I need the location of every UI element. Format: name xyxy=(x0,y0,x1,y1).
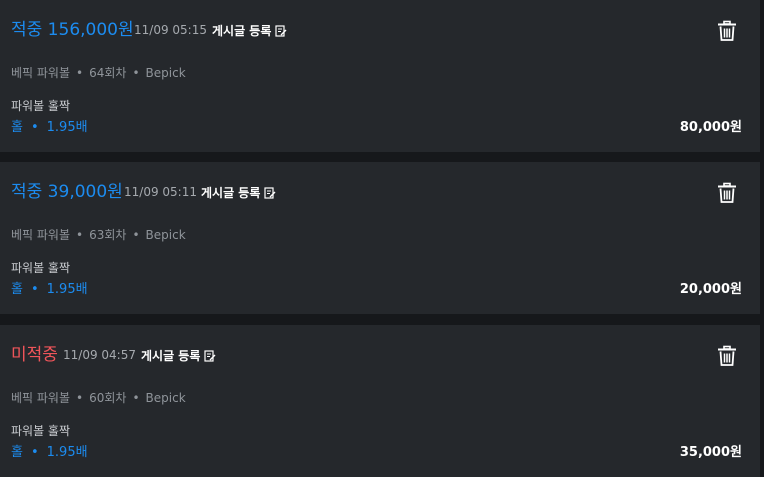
pick-value: 홀 xyxy=(11,282,23,297)
bet-type: 파워볼 홀짝 xyxy=(11,99,71,113)
round: 63회차 xyxy=(89,228,127,242)
post-button[interactable]: 게시글 등록 xyxy=(141,347,216,364)
odds: 1.95배 xyxy=(46,282,88,297)
round: 60회차 xyxy=(89,391,127,405)
game-name: 베픽 파워볼 xyxy=(11,66,71,80)
pick-value: 홀 xyxy=(11,120,23,135)
game-name: 베픽 파워볼 xyxy=(11,228,71,242)
separator-dot: • xyxy=(132,66,140,80)
trash-icon[interactable] xyxy=(716,345,738,367)
bet-card: 미적중 11/09 04:57 게시글 등록 베픽 파워볼 • 60회차 • Bepic… xyxy=(0,325,760,477)
post-button-label: 게시글 등록 xyxy=(212,24,272,38)
trash-icon[interactable] xyxy=(716,20,738,42)
game-name: 베픽 파워볼 xyxy=(11,391,71,405)
separator-dot: • xyxy=(30,282,39,297)
separator-dot: • xyxy=(76,66,84,80)
separator-dot: • xyxy=(76,228,84,242)
post-button[interactable]: 게시글 등록 xyxy=(201,184,276,201)
odds: 1.95배 xyxy=(46,445,88,460)
pick-value: 홀 xyxy=(11,445,23,460)
bet-amount: 80,000원 xyxy=(679,120,742,135)
trash-icon[interactable] xyxy=(716,182,738,204)
edit-note-icon xyxy=(275,24,287,37)
separator-dot: • xyxy=(132,228,140,242)
bet-amount: 35,000원 xyxy=(679,445,742,460)
separator-dot: • xyxy=(30,120,39,135)
separator-dot: • xyxy=(30,445,39,460)
bet-amount: 20,000원 xyxy=(679,282,742,297)
bet-type: 파워볼 홀짝 xyxy=(11,261,71,275)
site-name: Bepick xyxy=(145,228,186,242)
bet-pick: 홀 • 1.95배 xyxy=(11,278,88,297)
round: 64회차 xyxy=(89,66,127,80)
result-label: 적중 156,000원 xyxy=(11,20,134,40)
bet-card: 적중 39,000원 11/09 05:11 게시글 등록 베픽 파워볼 • 63회… xyxy=(0,162,760,314)
post-button[interactable]: 게시글 등록 xyxy=(212,22,287,39)
post-button-label: 게시글 등록 xyxy=(201,186,261,200)
bet-time: 11/09 05:15 xyxy=(134,23,207,37)
game-meta: 베픽 파워볼 • 64회차 • Bepick xyxy=(11,64,186,81)
bet-time: 11/09 05:11 xyxy=(124,185,197,199)
result-label: 적중 39,000원 xyxy=(11,182,123,202)
separator-dot: • xyxy=(76,391,84,405)
odds: 1.95배 xyxy=(46,120,88,135)
site-name: Bepick xyxy=(145,391,186,405)
result-label: 미적중 xyxy=(11,345,58,365)
game-meta: 베픽 파워볼 • 60회차 • Bepick xyxy=(11,389,186,406)
site-name: Bepick xyxy=(145,66,186,80)
bet-time: 11/09 04:57 xyxy=(63,348,136,362)
post-button-label: 게시글 등록 xyxy=(141,349,201,363)
separator-dot: • xyxy=(132,391,140,405)
edit-note-icon xyxy=(204,349,216,362)
bet-pick: 홀 • 1.95배 xyxy=(11,441,88,460)
game-meta: 베픽 파워볼 • 63회차 • Bepick xyxy=(11,226,186,243)
bet-card: 적중 156,000원 11/09 05:15 게시글 등록 베픽 파워볼 • 64… xyxy=(0,0,760,152)
bet-type: 파워볼 홀짝 xyxy=(11,424,71,438)
bet-pick: 홀 • 1.95배 xyxy=(11,116,88,135)
edit-note-icon xyxy=(264,186,276,199)
